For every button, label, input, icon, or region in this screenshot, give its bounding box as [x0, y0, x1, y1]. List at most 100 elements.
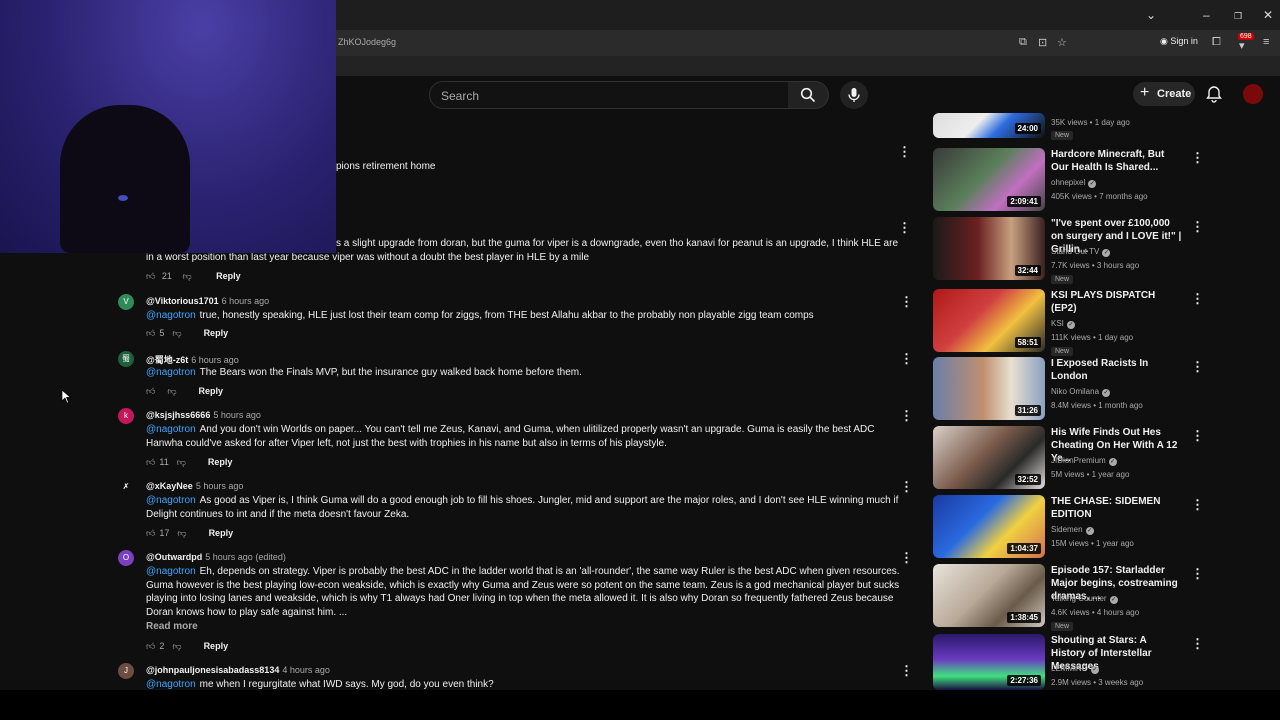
close-icon[interactable]: ✕: [1263, 8, 1273, 22]
video-menu-icon[interactable]: ⋮: [1191, 636, 1204, 652]
notifications-bell-icon[interactable]: [1205, 85, 1223, 103]
channel-name[interactable]: ohnepixel: [1051, 178, 1085, 187]
dislike-icon[interactable]: 👎︎: [172, 641, 181, 651]
like-icon[interactable]: 👍︎: [146, 271, 155, 281]
commenter-avatar[interactable]: k: [118, 408, 134, 424]
comment-menu-icon[interactable]: ⋮: [900, 663, 913, 679]
extensions-icon[interactable]: ⧠: [1212, 36, 1221, 49]
dislike-icon[interactable]: 👎︎: [167, 386, 176, 396]
channel-name[interactable]: Talking Counter: [1051, 594, 1107, 603]
search-input[interactable]: Search: [429, 81, 789, 109]
chevron-down-icon[interactable]: ⌄: [1146, 8, 1156, 22]
video-channel[interactable]: ohnepixel ✓: [1051, 178, 1097, 188]
comment-menu-icon[interactable]: ⋮: [900, 550, 913, 566]
video-channel[interactable]: KSI ✓: [1051, 319, 1075, 329]
search-button[interactable]: [788, 81, 829, 109]
video-title[interactable]: Hardcore Minecraft, But Our Health Is Sh…: [1051, 148, 1183, 174]
create-button[interactable]: + Create: [1133, 82, 1195, 106]
author-name[interactable]: @Outwardpd: [146, 552, 202, 562]
video-menu-icon[interactable]: ⋮: [1191, 497, 1204, 513]
channel-name[interactable]: KSI: [1051, 319, 1064, 328]
video-thumbnail[interactable]: 32:44: [933, 217, 1045, 280]
video-channel[interactable]: Sidemen ✓: [1051, 525, 1094, 535]
author-name[interactable]: @蜀地-z6t: [146, 355, 188, 365]
video-menu-icon[interactable]: ⋮: [1191, 359, 1204, 375]
author-name[interactable]: @Viktorious1701: [146, 296, 219, 306]
video-menu-icon[interactable]: ⋮: [1191, 291, 1204, 307]
like-icon[interactable]: 👍︎: [146, 641, 155, 651]
like-icon[interactable]: 👍︎: [146, 457, 155, 467]
comment-menu-icon[interactable]: ⋮: [898, 220, 911, 236]
mention-link[interactable]: @nagotron: [146, 424, 196, 435]
video-title[interactable]: THE CHASE: SIDEMEN EDITION: [1051, 495, 1183, 521]
comment-menu-icon[interactable]: ⋮: [900, 294, 913, 310]
channel-name[interactable]: JIDionPremium: [1051, 456, 1106, 465]
commenter-avatar[interactable]: V: [118, 294, 134, 310]
video-thumbnail[interactable]: 2:27:36: [933, 634, 1045, 690]
author-name[interactable]: @xKayNee: [146, 481, 193, 491]
video-channel[interactable]: Niko Omilana ✓: [1051, 387, 1111, 397]
video-menu-icon[interactable]: ⋮: [1191, 150, 1204, 166]
reply-button[interactable]: Reply: [208, 457, 233, 467]
dislike-icon[interactable]: 👎︎: [172, 328, 181, 338]
reply-button[interactable]: Reply: [204, 328, 229, 338]
channel-name[interactable]: Niko Omilana: [1051, 387, 1099, 396]
video-menu-icon[interactable]: ⋮: [1191, 219, 1204, 235]
comment-menu-icon[interactable]: ⋮: [900, 351, 913, 367]
bookmark-star-icon[interactable]: ☆: [1057, 36, 1067, 49]
dislike-icon[interactable]: 👎︎: [177, 528, 186, 538]
shield-extension-icon[interactable]: ▾: [1239, 39, 1245, 52]
maximize-icon[interactable]: ❐: [1234, 9, 1242, 23]
comment-time[interactable]: 6 hours ago: [222, 296, 270, 306]
read-more-button[interactable]: Read more: [146, 621, 198, 632]
comment-author[interactable]: @Outwardpd 5 hours ago (edited): [146, 552, 286, 562]
video-thumbnail[interactable]: 58:51: [933, 289, 1045, 352]
comment-time[interactable]: 5 hours ago: [196, 481, 244, 491]
dislike-icon[interactable]: 👎︎: [182, 271, 191, 281]
mention-link[interactable]: @nagotron: [146, 679, 196, 690]
account-avatar[interactable]: [1243, 84, 1263, 104]
comment-menu-icon[interactable]: ⋮: [900, 479, 913, 495]
mention-link[interactable]: @nagotron: [146, 495, 196, 506]
reply-button[interactable]: Reply: [204, 641, 229, 651]
author-name[interactable]: @ksjsjhss6666: [146, 410, 210, 420]
minimize-icon[interactable]: –: [1203, 8, 1210, 22]
reply-button[interactable]: Reply: [216, 271, 241, 281]
like-icon[interactable]: 👍︎: [146, 386, 155, 396]
video-thumbnail[interactable]: 24:00: [933, 113, 1045, 138]
comment-menu-icon[interactable]: ⋮: [898, 144, 911, 160]
menu-icon[interactable]: ≡: [1263, 36, 1269, 48]
channel-name[interactable]: LEMMiNO: [1051, 664, 1088, 673]
like-icon[interactable]: 👍︎: [146, 328, 155, 338]
commenter-avatar[interactable]: O: [118, 550, 134, 566]
commenter-avatar[interactable]: 蜀: [118, 351, 134, 367]
sign-in-button[interactable]: ◉ Sign in: [1160, 36, 1198, 47]
video-menu-icon[interactable]: ⋮: [1191, 566, 1204, 582]
video-title[interactable]: KSI PLAYS DISPATCH (EP2): [1051, 289, 1183, 315]
save-page-icon[interactable]: ⊡: [1038, 36, 1047, 49]
url-text[interactable]: ZhKOJodeg6g: [338, 37, 396, 47]
mention-link[interactable]: @nagotron: [146, 310, 196, 321]
author-name[interactable]: @johnpauljonesisabadass8134: [146, 665, 279, 675]
video-thumbnail[interactable]: 31:26: [933, 357, 1045, 420]
video-title[interactable]: I Exposed Racists In London: [1051, 357, 1183, 383]
video-thumbnail[interactable]: 2:09:41: [933, 148, 1045, 211]
video-menu-icon[interactable]: ⋮: [1191, 428, 1204, 444]
comment-author[interactable]: @Viktorious1701 6 hours ago: [146, 296, 269, 306]
reply-button[interactable]: Reply: [199, 386, 224, 396]
comment-menu-icon[interactable]: ⋮: [900, 408, 913, 424]
channel-name[interactable]: Sidemen: [1051, 525, 1083, 534]
video-thumbnail[interactable]: 1:38:45: [933, 564, 1045, 627]
like-icon[interactable]: 👍︎: [146, 528, 155, 538]
comment-author[interactable]: @ksjsjhss6666 5 hours ago: [146, 410, 261, 420]
picture-in-picture-icon[interactable]: ⧉: [1019, 36, 1027, 49]
comment-author[interactable]: @johnpauljonesisabadass8134 4 hours ago: [146, 665, 330, 675]
comment-time[interactable]: 5 hours ago: [213, 410, 261, 420]
channel-name[interactable]: Stand Out TV: [1051, 247, 1099, 256]
video-channel[interactable]: Talking Counter ✓: [1051, 594, 1118, 604]
mention-link[interactable]: @nagotron: [146, 566, 196, 577]
comment-time[interactable]: 5 hours ago (edited): [205, 552, 286, 562]
dislike-icon[interactable]: 👎︎: [177, 457, 186, 467]
video-channel[interactable]: JIDionPremium ✓: [1051, 456, 1117, 466]
video-channel[interactable]: LEMMiNO ✓: [1051, 664, 1099, 674]
